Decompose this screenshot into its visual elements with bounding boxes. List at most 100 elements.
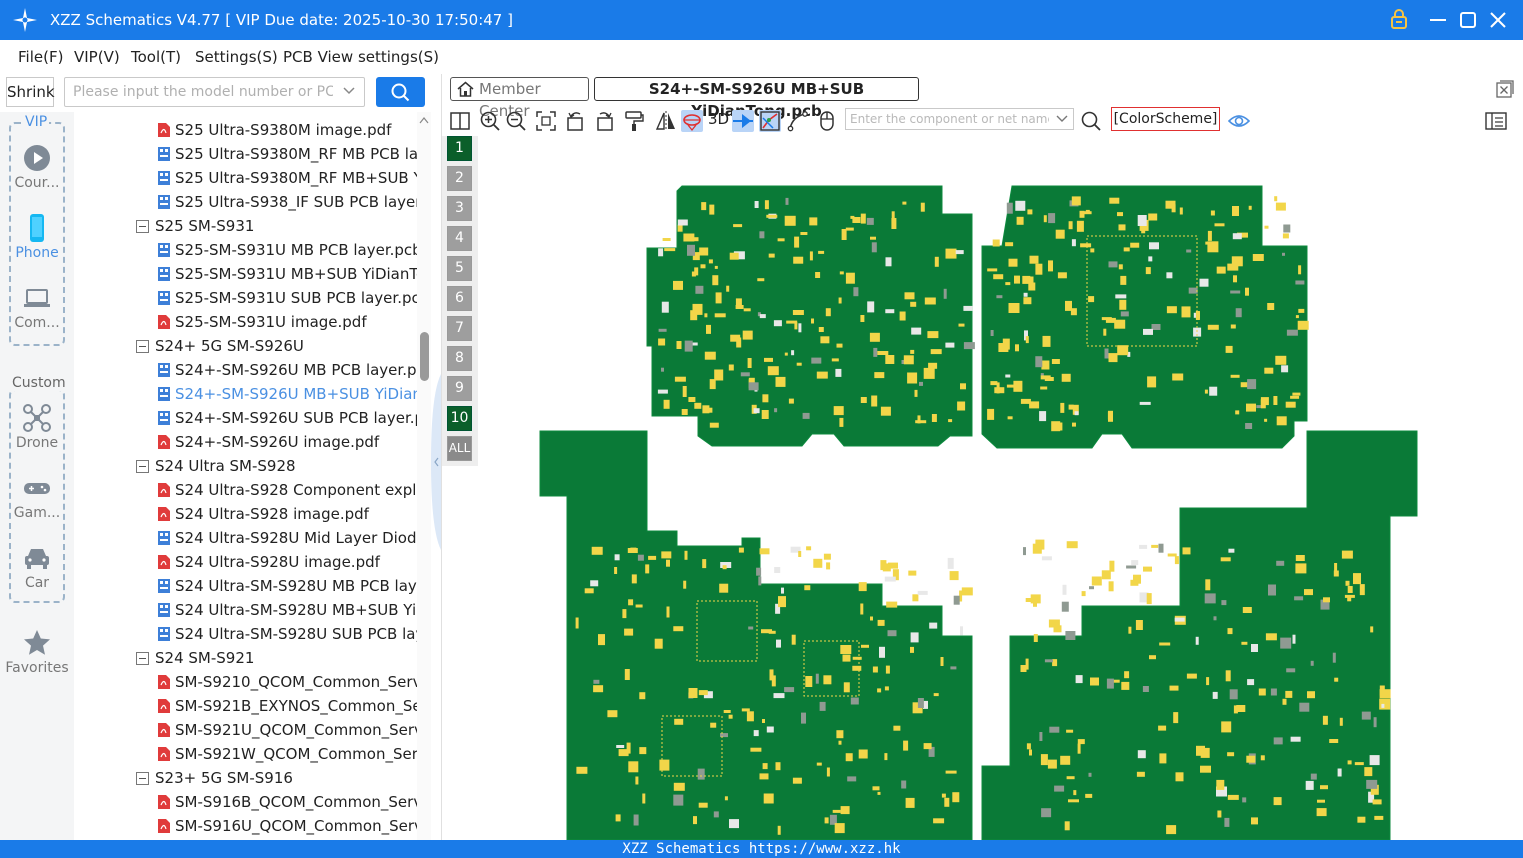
paint-brush-icon[interactable] xyxy=(623,110,645,132)
shrink-button[interactable]: Shrink xyxy=(6,77,55,107)
zoom-in-icon[interactable] xyxy=(479,110,501,132)
tab-active-pcb[interactable]: S24+-SM-S926U MB+SUB YiDianTong.pcb xyxy=(594,77,919,120)
panel-collapse-handle[interactable] xyxy=(431,374,441,550)
highlight-pin-icon[interactable] xyxy=(732,110,754,132)
tree-scrollbar-track[interactable] xyxy=(417,112,431,840)
tree-group[interactable]: S24+ 5G SM-S926U xyxy=(74,336,417,360)
collapse-box-icon[interactable] xyxy=(136,460,149,473)
tree-file-item[interactable]: S25 Ultra-S938_IF SUB PCB layer.pc xyxy=(74,192,417,216)
tree-group[interactable]: S24 SM-S921 xyxy=(74,648,417,672)
lock-icon[interactable] xyxy=(1387,8,1411,32)
tree-group[interactable]: S24 Ultra SM-S928 xyxy=(74,456,417,480)
tree-group[interactable]: S25 SM-S931 xyxy=(74,216,417,240)
eye-icon[interactable] xyxy=(1228,110,1250,132)
component-search-input[interactable] xyxy=(846,109,1051,129)
tree-file-item[interactable]: SM-S921U_QCOM_Common_Servic xyxy=(74,720,417,744)
tree-file-item[interactable]: S24 Ultra-S928 image.pdf xyxy=(74,504,417,528)
tree-scrollbar-thumb[interactable] xyxy=(420,332,429,381)
category-phone[interactable]: Phone xyxy=(0,213,74,261)
menu-settings[interactable]: Settings(S) xyxy=(195,48,278,66)
menu-vip[interactable]: VIP(V) xyxy=(74,48,120,66)
rotate-left-icon[interactable] xyxy=(565,110,587,132)
tree-file-item[interactable]: S24+-SM-S926U image.pdf xyxy=(74,432,417,456)
measure-line-icon[interactable] xyxy=(787,110,809,132)
tree-file-item[interactable]: SM-S921W_QCOM_Common_Servi xyxy=(74,744,417,768)
maximize-icon[interactable] xyxy=(1456,8,1480,32)
tree-file-item[interactable]: S24+-SM-S926U MB PCB layer.pcb xyxy=(74,360,417,384)
tree-file-item[interactable]: SM-S916B_QCOM_Common_Servic xyxy=(74,792,417,816)
colorscheme-button[interactable]: [ColorScheme] xyxy=(1111,107,1220,131)
component-pad xyxy=(823,675,832,685)
tree-file-item[interactable]: S25-SM-S931U image.pdf xyxy=(74,312,417,336)
minimize-icon[interactable] xyxy=(1426,8,1450,32)
tree-file-item[interactable]: S24 Ultra-SM-S928U MB+SUB YiDi xyxy=(74,600,417,624)
net-trace-icon[interactable] xyxy=(759,110,781,132)
tree-file-item[interactable]: S24 Ultra-S928 Component explair xyxy=(74,480,417,504)
tree-file-item[interactable]: S24 Ultra-SM-S928U SUB PCB layei xyxy=(74,624,417,648)
close-icon[interactable] xyxy=(1486,8,1510,32)
component-pad xyxy=(831,358,839,362)
component-pad xyxy=(1075,675,1083,684)
fit-view-icon[interactable] xyxy=(535,110,557,132)
component-pad xyxy=(1062,584,1067,595)
tree-file-item[interactable]: S24+-SM-S926U MB+SUB YiDianT xyxy=(74,384,417,408)
chevron-down-icon[interactable] xyxy=(342,84,356,98)
category-courses[interactable]: Cour... xyxy=(0,143,74,191)
tree-file-item[interactable]: SM-S9210_QCOM_Common_Servic xyxy=(74,672,417,696)
tree-file-item[interactable]: S25 Ultra-S9380M image.pdf xyxy=(74,120,417,144)
tree-file-item[interactable]: S24+-SM-S926U SUB PCB layer.pcl xyxy=(74,408,417,432)
tree-file-item[interactable]: SM-S916U_QCOM_Common_Servic xyxy=(74,816,417,840)
tree-file-item[interactable]: S25-SM-S931U MB PCB layer.pcb xyxy=(74,240,417,264)
3d-view-button[interactable]: 3D xyxy=(708,110,729,128)
close-tabs-icon[interactable] xyxy=(1496,80,1514,98)
tree-file-item[interactable]: SM-S921B_EXYNOS_Common_Serv xyxy=(74,696,417,720)
mirror-icon[interactable] xyxy=(655,110,677,132)
rotate-right-icon[interactable] xyxy=(593,110,615,132)
pcb-canvas-area[interactable]: 1 2 3 4 5 6 7 8 9 10 ALL xyxy=(442,136,1523,840)
component-pad xyxy=(884,686,889,691)
chevron-down-icon[interactable] xyxy=(1055,113,1069,125)
category-car[interactable]: Car xyxy=(0,543,74,591)
component-pad xyxy=(1023,297,1032,305)
tree-file-item[interactable]: S24 Ultra-S928U image.pdf xyxy=(74,552,417,576)
component-pad xyxy=(1281,365,1289,373)
model-search-input[interactable] xyxy=(65,78,335,106)
collapse-box-icon[interactable] xyxy=(136,220,149,233)
collapse-box-icon[interactable] xyxy=(136,340,149,353)
component-pad xyxy=(1061,601,1069,612)
mouse-mode-icon[interactable] xyxy=(816,110,838,132)
menu-pcb-view-settings[interactable]: PCB View settings(S) xyxy=(283,48,439,66)
category-computer[interactable]: Com... xyxy=(0,283,74,331)
component-pad xyxy=(1106,678,1114,689)
tree-file-item[interactable]: S24 Ultra-SM-S928U MB PCB layer xyxy=(74,576,417,600)
tree-file-item[interactable]: S24 Ultra-S928U Mid Layer Diode \ xyxy=(74,528,417,552)
collapse-box-icon[interactable] xyxy=(136,652,149,665)
component-pad xyxy=(657,389,668,394)
menu-file[interactable]: File(F) xyxy=(18,48,63,66)
tree-file-item[interactable]: S25 Ultra-S9380M_RF MB PCB laye xyxy=(74,144,417,168)
category-game[interactable]: Gam... xyxy=(0,473,74,521)
collapse-box-icon[interactable] xyxy=(136,772,149,785)
category-favorites[interactable]: Favorites xyxy=(0,628,74,676)
tree-file-item[interactable]: S25-SM-S931U MB+SUB YiDianTo xyxy=(74,264,417,288)
component-pad xyxy=(877,351,889,355)
category-drone[interactable]: Drone xyxy=(0,403,74,451)
pcb-board-view[interactable] xyxy=(442,136,1523,840)
component-pad xyxy=(775,376,786,387)
component-pad xyxy=(694,402,702,409)
component-pad xyxy=(666,559,670,567)
side-panel-icon[interactable] xyxy=(1485,110,1507,132)
tab-member-center[interactable]: Member Center xyxy=(450,77,589,120)
search-button[interactable] xyxy=(376,77,425,107)
tree-group[interactable]: S23+ 5G SM-S916 xyxy=(74,768,417,792)
menu-tool[interactable]: Tool(T) xyxy=(131,48,181,66)
search-icon[interactable] xyxy=(1080,110,1102,132)
component-pad xyxy=(901,780,907,789)
zoom-out-icon[interactable] xyxy=(505,110,527,132)
component-pad xyxy=(927,331,939,339)
tree-file-item[interactable]: S25 Ultra-S9380M_RF MB+SUB YiD xyxy=(74,168,417,192)
split-view-icon[interactable] xyxy=(449,110,471,132)
tree-file-item[interactable]: S25-SM-S931U SUB PCB layer.pcb xyxy=(74,288,417,312)
scroll-up-icon[interactable] xyxy=(419,116,429,124)
flip-board-icon[interactable] xyxy=(681,110,703,132)
